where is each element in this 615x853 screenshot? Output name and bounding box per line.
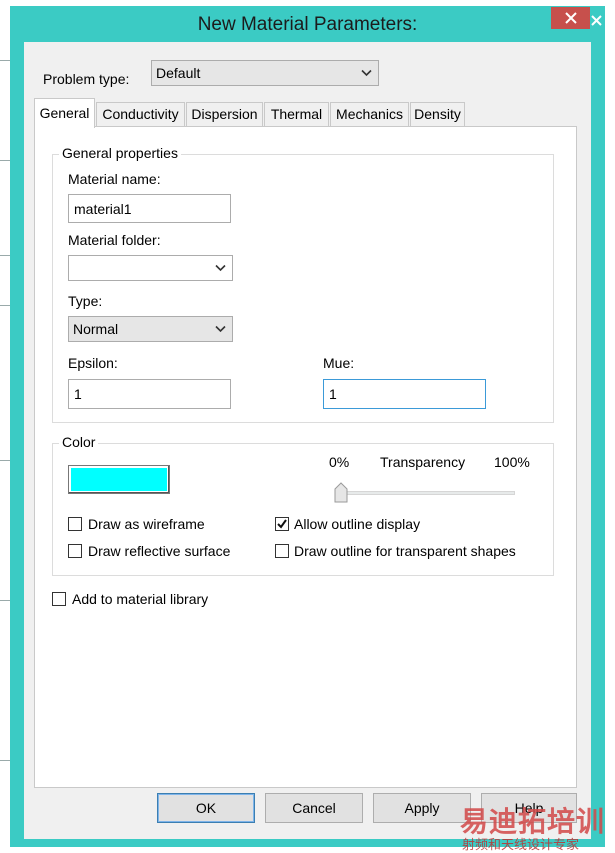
cancel-button[interactable]: Cancel xyxy=(265,793,363,823)
mue-input[interactable]: 1 xyxy=(323,379,486,409)
help-button[interactable]: Help xyxy=(481,793,577,823)
close-icon xyxy=(590,14,602,26)
problem-type-label: Problem type: xyxy=(43,71,130,87)
title-bar: New Material Parameters: xyxy=(10,6,605,40)
tab-general[interactable]: General xyxy=(34,98,95,128)
transparency-label: Transparency xyxy=(380,454,466,470)
add-to-library-label: Add to material library xyxy=(72,591,209,607)
tab-thermal[interactable]: Thermal xyxy=(264,102,329,126)
allow-outline-checkbox[interactable] xyxy=(275,517,289,531)
draw-outline-transparent-label: Draw outline for transparent shapes xyxy=(294,543,516,559)
general-properties-title: General properties xyxy=(59,145,181,161)
draw-reflective-checkbox[interactable] xyxy=(68,544,82,558)
ok-button[interactable]: OK xyxy=(157,793,255,823)
tab-page-general: General properties Material name: materi… xyxy=(34,126,577,788)
material-folder-dropdown[interactable] xyxy=(68,255,233,281)
dialog-client-area: Problem type: Default General Conductivi… xyxy=(24,42,591,839)
transparency-slider-track[interactable] xyxy=(335,491,515,495)
epsilon-label: Epsilon: xyxy=(68,355,118,371)
color-group-title: Color xyxy=(59,434,99,450)
draw-wireframe-label: Draw as wireframe xyxy=(88,516,205,532)
close-button[interactable] xyxy=(551,7,590,29)
type-label: Type: xyxy=(68,293,103,309)
draw-outline-transparent-checkbox[interactable] xyxy=(275,544,289,558)
draw-reflective-label: Draw reflective surface xyxy=(88,543,231,559)
epsilon-value: 1 xyxy=(74,386,82,402)
check-icon xyxy=(277,519,287,529)
background-close-button[interactable] xyxy=(588,11,604,29)
material-name-input[interactable]: material1 xyxy=(68,194,231,223)
tab-conductivity[interactable]: Conductivity xyxy=(96,102,185,126)
mue-label: Mue: xyxy=(323,355,355,371)
chevron-down-icon xyxy=(361,69,372,77)
apply-button[interactable]: Apply xyxy=(373,793,471,823)
close-icon xyxy=(564,12,577,24)
tab-density[interactable]: Density xyxy=(410,102,465,126)
transparency-min-label: 0% xyxy=(329,454,350,470)
transparency-max-label: 100% xyxy=(494,454,530,470)
problem-type-dropdown[interactable]: Default xyxy=(151,60,379,86)
material-name-label: Material name: xyxy=(68,171,161,187)
type-dropdown[interactable]: Normal xyxy=(68,316,233,342)
dialog-window: New Material Parameters: Problem type: D… xyxy=(10,6,605,847)
epsilon-input[interactable]: 1 xyxy=(68,379,231,409)
color-group: Color 0% Transparency 100% Draw as wiref… xyxy=(52,434,554,576)
mue-value: 1 xyxy=(329,386,337,402)
dialog-title: New Material Parameters: xyxy=(197,14,418,35)
tab-mechanics[interactable]: Mechanics xyxy=(330,102,409,126)
problem-type-value: Default xyxy=(156,65,201,81)
general-properties-group: General properties Material name: materi… xyxy=(52,145,554,423)
type-value: Normal xyxy=(73,321,119,337)
draw-wireframe-checkbox[interactable] xyxy=(68,517,82,531)
transparency-slider-thumb[interactable] xyxy=(334,482,348,503)
material-folder-label: Material folder: xyxy=(68,232,161,248)
color-swatch-button[interactable] xyxy=(68,465,170,494)
allow-outline-label: Allow outline display xyxy=(294,516,421,532)
material-name-value: material1 xyxy=(74,200,132,217)
chevron-down-icon xyxy=(215,325,226,333)
add-to-library-checkbox[interactable] xyxy=(52,592,66,606)
tab-dispersion[interactable]: Dispersion xyxy=(186,102,263,126)
chevron-down-icon xyxy=(215,264,226,272)
color-swatch-fill xyxy=(71,468,167,491)
